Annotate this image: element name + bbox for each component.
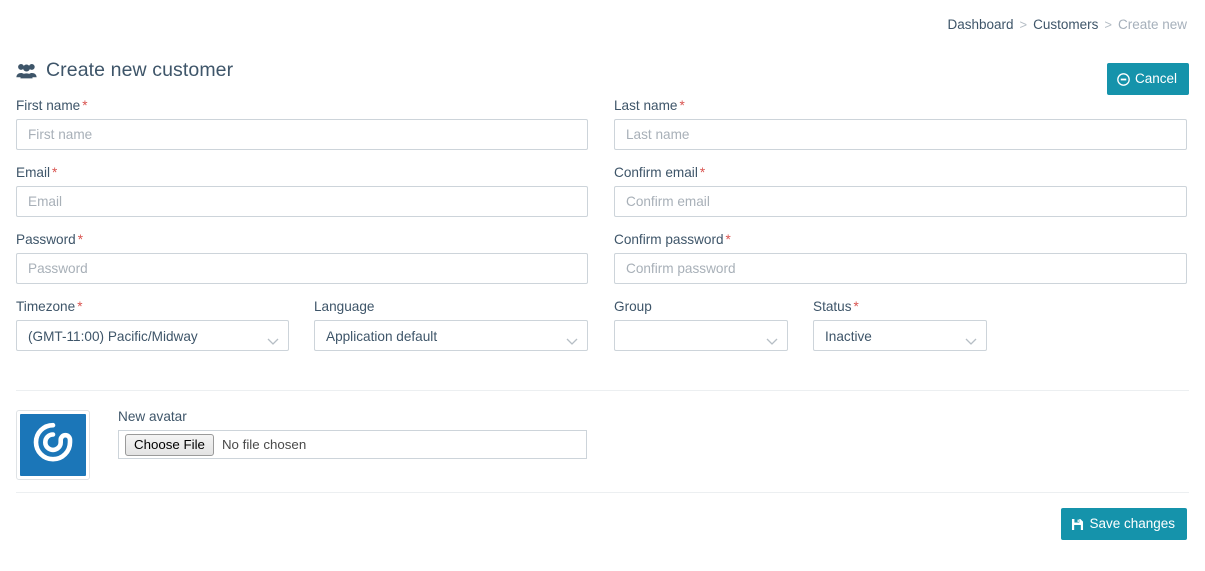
file-status-text: No file chosen <box>221 437 307 452</box>
field-confirm-email: Confirm email * <box>614 165 1187 217</box>
breadcrumb: Dashboard > Customers > Create new <box>947 17 1187 33</box>
status-label: Status * <box>813 299 859 314</box>
language-select-value[interactable]: Application default <box>314 320 588 351</box>
users-icon <box>16 62 37 79</box>
gravatar-logo-icon <box>20 414 86 476</box>
form-row-passwords: Password* Confirm password* <box>0 232 1205 299</box>
required-marker: * <box>82 98 88 113</box>
password-input[interactable] <box>16 253 588 284</box>
group-select[interactable] <box>614 320 788 351</box>
last-name-label: Last name * <box>614 98 685 113</box>
confirm-password-input[interactable] <box>614 253 1187 284</box>
breadcrumb-separator: > <box>1104 17 1112 32</box>
ban-circle-icon <box>1117 72 1130 86</box>
language-select[interactable]: Application default <box>314 320 588 351</box>
required-marker: * <box>725 232 731 247</box>
cancel-button[interactable]: Cancel <box>1106 63 1189 95</box>
floppy-save-icon <box>1071 518 1084 531</box>
form-row-emails: Email* Confirm email* <box>0 165 1205 232</box>
field-status: Status * Inactive <box>813 299 987 351</box>
divider-bottom <box>16 492 1189 493</box>
breadcrumb-item-dashboard[interactable]: Dashboard <box>947 17 1013 32</box>
last-name-input[interactable] <box>614 119 1187 150</box>
required-marker: * <box>679 98 685 113</box>
email-input[interactable] <box>16 186 588 217</box>
timezone-label: Timezone * <box>16 299 83 314</box>
field-confirm-password: Confirm password * <box>614 232 1187 284</box>
field-language: Language Application default <box>314 299 588 351</box>
field-group: Group <box>614 299 788 351</box>
field-timezone: Timezone * (GMT-11:00) Pacific/Midway <box>16 299 289 351</box>
status-select[interactable]: Inactive <box>813 320 987 351</box>
timezone-select-value[interactable]: (GMT-11:00) Pacific/Midway <box>16 320 289 351</box>
password-label: Password * <box>16 232 83 247</box>
field-last-name: Last name * <box>614 98 1187 150</box>
form-row-selects: Timezone * (GMT-11:00) Pacific/Midway Lan… <box>0 299 1205 359</box>
breadcrumb-item-customers[interactable]: Customers <box>1033 17 1098 32</box>
save-changes-label: Save changes <box>1089 516 1175 531</box>
form-row-names: First name* Last name* <box>0 98 1205 165</box>
choose-file-button[interactable]: Choose File <box>125 433 214 456</box>
new-avatar-label: New avatar <box>118 409 187 424</box>
confirm-email-label: Confirm email * <box>614 165 706 180</box>
first-name-input[interactable] <box>16 119 588 150</box>
email-label: Email * <box>16 165 58 180</box>
page-header: Create new customer <box>16 58 233 82</box>
divider-top <box>16 390 1189 391</box>
required-marker: * <box>77 232 83 247</box>
first-name-label: First name * <box>16 98 88 113</box>
cancel-button-label: Cancel <box>1134 71 1177 86</box>
required-marker: * <box>699 165 706 180</box>
page-title: Create new customer <box>46 59 234 81</box>
language-label: Language <box>314 299 375 314</box>
confirm-password-label: Confirm password * <box>614 232 731 247</box>
timezone-select[interactable]: (GMT-11:00) Pacific/Midway <box>16 320 289 351</box>
required-marker: * <box>77 299 83 314</box>
status-select-value[interactable]: Inactive <box>813 320 987 351</box>
avatar-file-input[interactable]: Choose File No file chosen <box>118 430 587 459</box>
field-email: Email * <box>16 165 588 217</box>
avatar-preview <box>16 410 90 480</box>
group-label: Group <box>614 299 652 314</box>
group-select-value[interactable] <box>614 320 788 351</box>
customer-form: First name* Last name* Email* C <box>0 98 1205 359</box>
field-password: Password * <box>16 232 588 284</box>
required-marker: * <box>52 165 58 180</box>
required-marker: * <box>853 299 859 314</box>
field-first-name: First name * <box>16 98 588 150</box>
save-changes-button[interactable]: Save changes <box>1061 508 1187 540</box>
confirm-email-input[interactable] <box>614 186 1187 217</box>
breadcrumb-item-current: Create new <box>1117 17 1187 32</box>
create-customer-page: Dashboard > Customers > Create new Create ne… <box>0 0 1205 571</box>
breadcrumb-separator: > <box>1019 17 1028 32</box>
